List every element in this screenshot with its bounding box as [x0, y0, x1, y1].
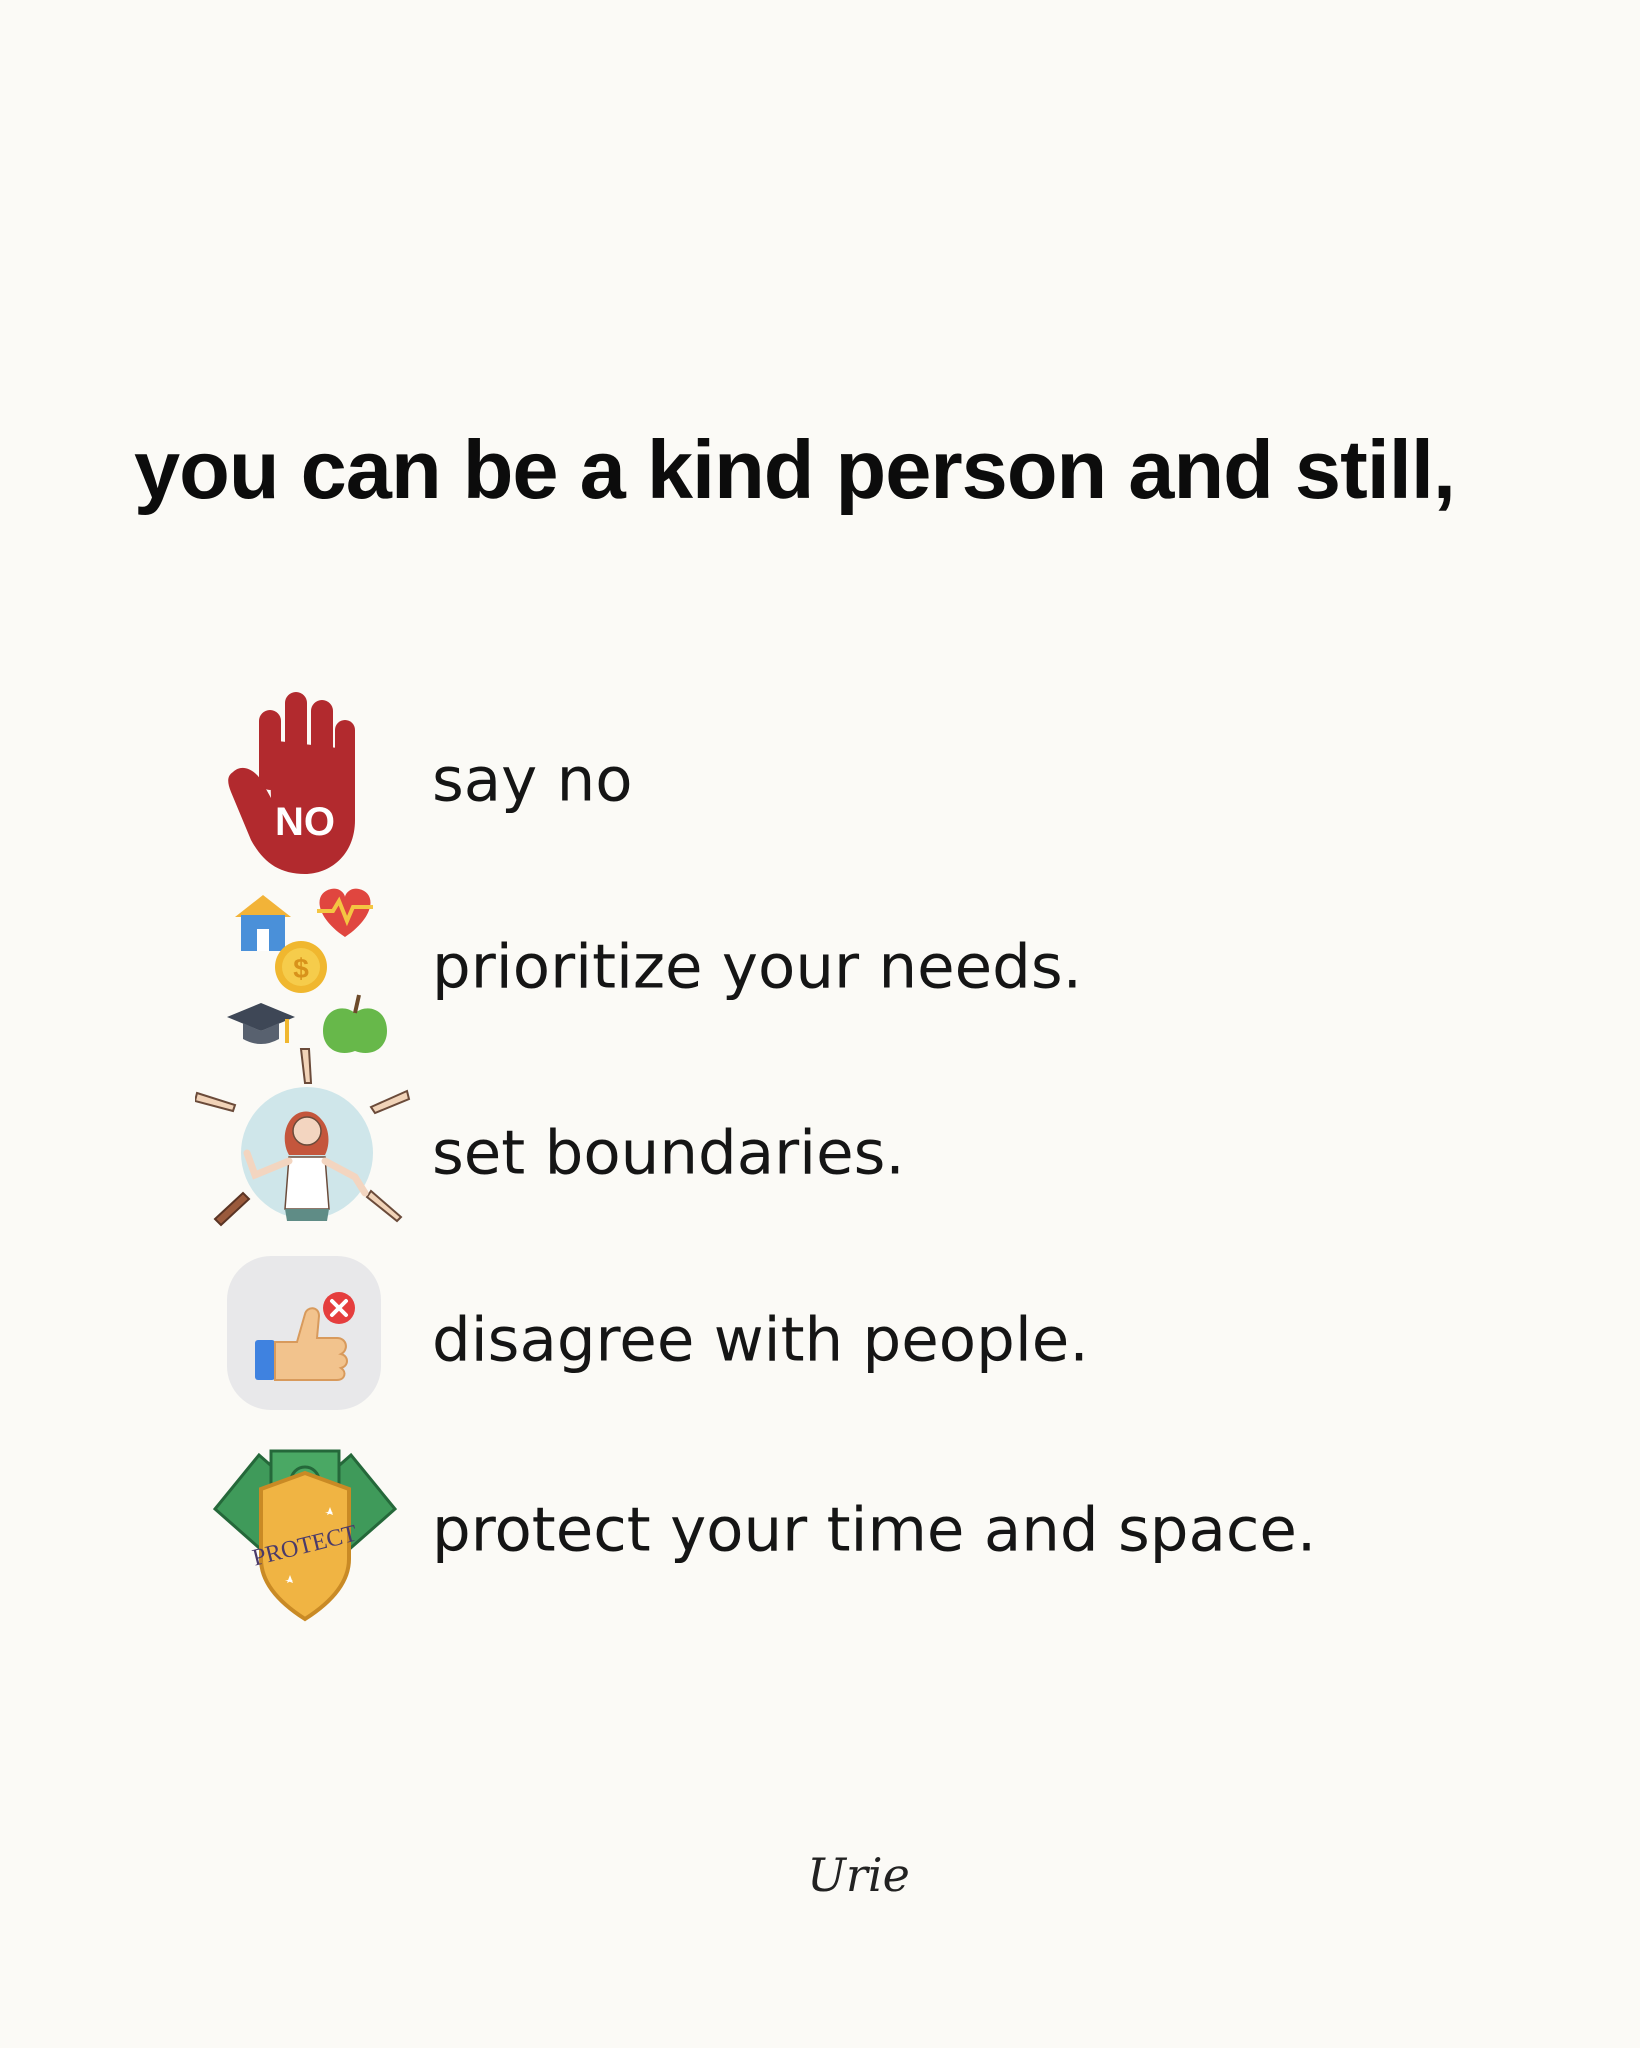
heart-icon: [317, 888, 373, 937]
item-label: say no: [432, 744, 633, 816]
list-item: set boundaries.: [0, 1048, 1640, 1243]
author-signature: Urie: [807, 1848, 910, 1902]
stop-hand-no-icon: NO: [205, 680, 405, 880]
protect-shield-icon: PROTECT: [205, 1435, 405, 1635]
priorities-icon: $: [205, 867, 405, 1067]
item-list: NO say no $ prioritize your needs. set b…: [0, 0, 1640, 2048]
list-item: PROTECT protect your time and space.: [0, 1440, 1640, 1622]
house-icon: [235, 895, 291, 951]
boundaries-person-icon: [195, 1043, 415, 1263]
list-item: $ prioritize your needs.: [0, 877, 1640, 1057]
item-label: protect your time and space.: [432, 1494, 1317, 1566]
thumbs-up-cancel-icon: [205, 1240, 405, 1440]
list-item: disagree with people.: [0, 1250, 1640, 1430]
coin-icon: $: [275, 941, 327, 993]
graduation-cap-icon: [227, 1003, 295, 1044]
item-label: disagree with people.: [432, 1304, 1089, 1376]
item-label: prioritize your needs.: [432, 931, 1083, 1003]
item-label: set boundaries.: [432, 1117, 905, 1189]
no-badge-text: NO: [275, 800, 335, 844]
list-item: NO say no: [0, 690, 1640, 874]
svg-text:$: $: [293, 953, 309, 984]
